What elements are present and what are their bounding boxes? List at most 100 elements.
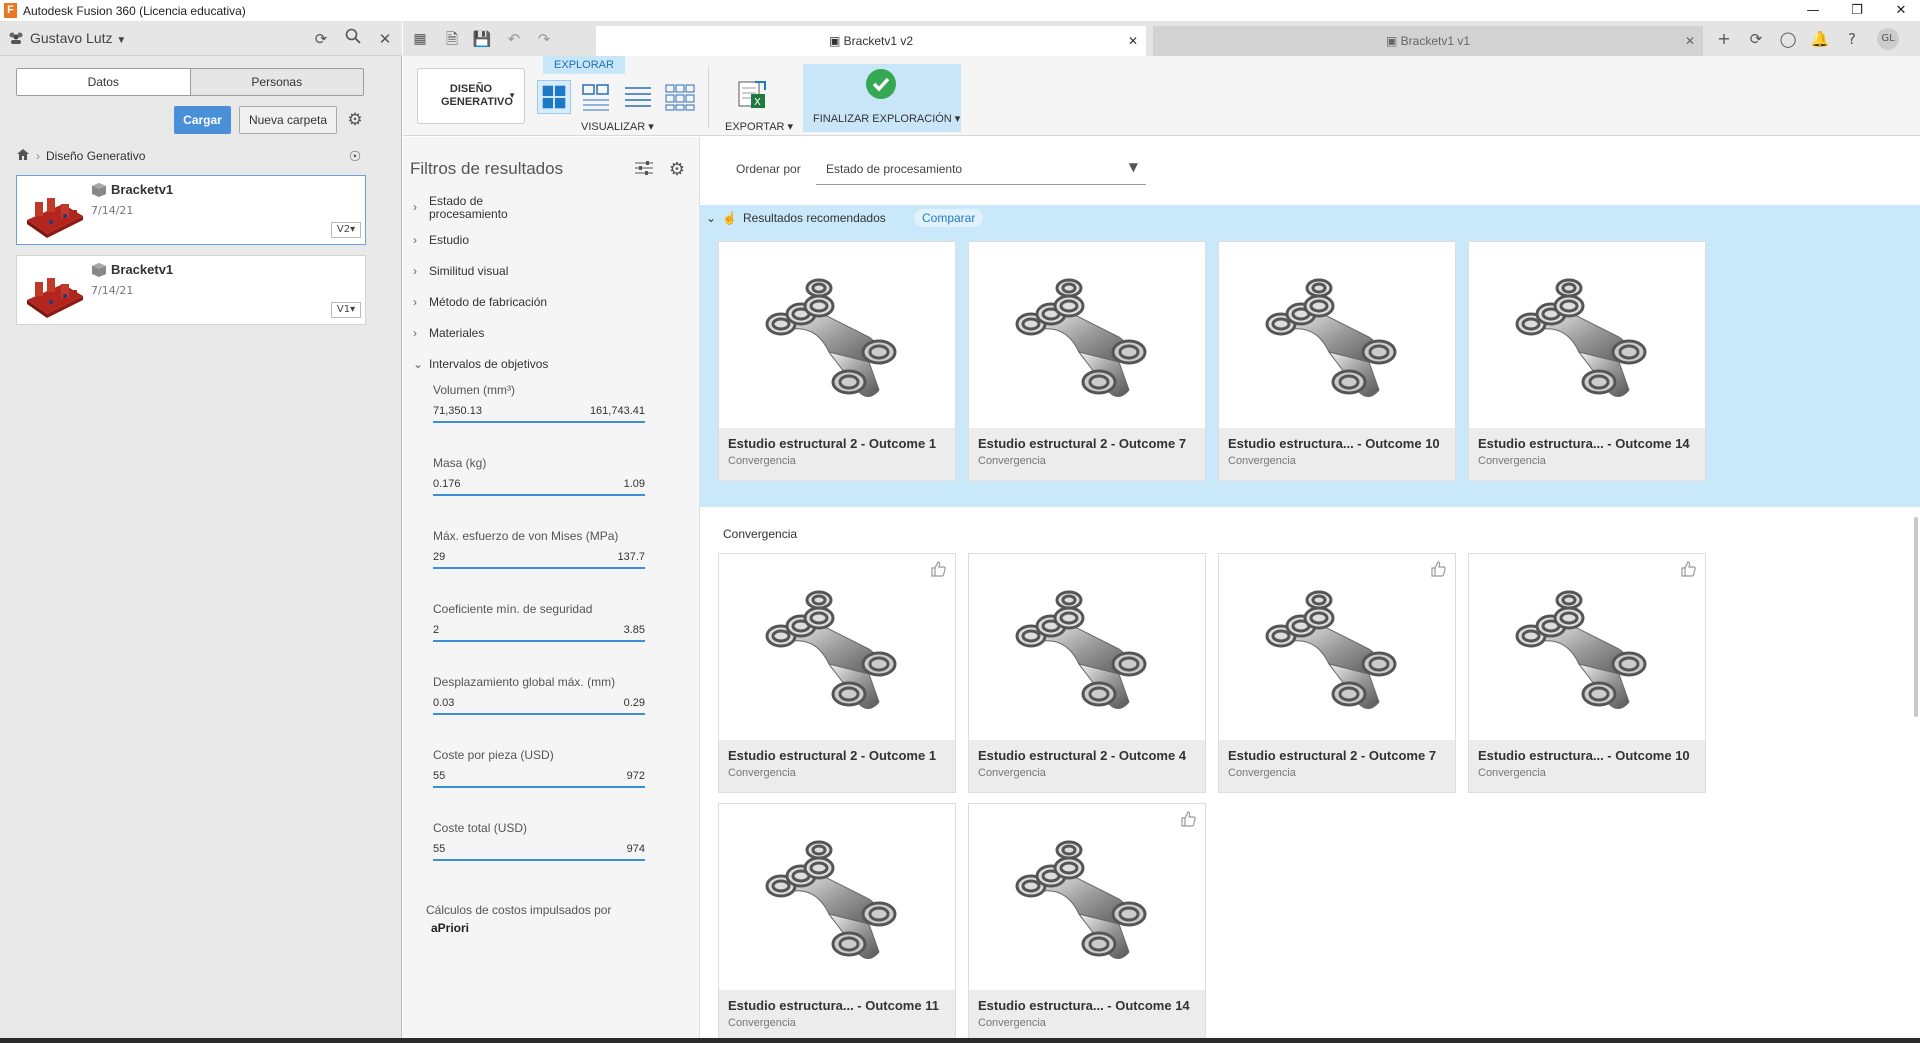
range-min[interactable]: 0.176: [433, 478, 461, 490]
filter-materiales[interactable]: › Materiales: [413, 326, 484, 340]
close-window-button[interactable]: ✕: [1878, 0, 1920, 22]
upload-button[interactable]: Cargar: [174, 106, 231, 134]
job-status-icon[interactable]: ◯: [1777, 28, 1799, 50]
close-tab-icon[interactable]: ✕: [1128, 26, 1138, 56]
range-slider-seguridad[interactable]: 2 3.85: [433, 622, 645, 642]
user-avatar[interactable]: GL: [1877, 28, 1899, 50]
minimize-button[interactable]: —: [1790, 0, 1836, 22]
tab-personas[interactable]: Personas: [191, 69, 364, 95]
home-icon[interactable]: [16, 148, 30, 164]
help-icon[interactable]: ?: [1841, 28, 1863, 50]
recommended-header[interactable]: ⌄ ☝ Resultados recomendados: [706, 211, 886, 225]
workspace-switcher[interactable]: DISEÑO GENERATIVO ▼: [417, 68, 525, 124]
filter-intervalos-objetivos[interactable]: ⌄ Intervalos de objetivos: [413, 357, 548, 371]
design-cube-icon: [92, 183, 106, 197]
range-max[interactable]: 137.7: [617, 551, 645, 563]
range-slider-coste-total[interactable]: 55 974: [433, 841, 645, 861]
range-max[interactable]: 3.85: [624, 624, 645, 636]
export-menu[interactable]: EXPORTAR ▾: [725, 120, 793, 133]
close-tab-icon[interactable]: ✕: [1685, 26, 1695, 56]
extensions-icon[interactable]: ⟳: [1745, 28, 1767, 50]
range-min[interactable]: 2: [433, 624, 439, 636]
scrollbar[interactable]: [1914, 517, 1918, 717]
filter-metodo-fabricacion[interactable]: › Método de fabricación: [413, 295, 547, 309]
file-menu-icon[interactable]: 🗎: [441, 28, 463, 50]
range-min[interactable]: 55: [433, 770, 445, 782]
data-panel: Gustavo Lutz ▼ ⟳ ✕ Datos Personas Cargar…: [0, 22, 402, 1038]
tab-bracketv1-v1[interactable]: ▣ Bracketv1 v1 ✕: [1153, 26, 1703, 56]
globe-icon[interactable]: ☉: [344, 146, 366, 168]
outcome-card[interactable]: Estudio estructural 2 - Outcome 7 Conver…: [968, 241, 1206, 481]
bracket-render: [1015, 840, 1147, 959]
range-slider-coste-pieza[interactable]: 55 972: [433, 768, 645, 788]
sort-dropdown[interactable]: Estado de procesamiento ▼: [816, 155, 1146, 185]
restore-button[interactable]: ❐: [1834, 0, 1880, 22]
view-list-icon[interactable]: [621, 80, 655, 114]
redo-icon[interactable]: ↷: [533, 28, 555, 50]
range-max[interactable]: 161,743.41: [590, 405, 645, 417]
range-slider-desplazamiento[interactable]: 0.03 0.29: [433, 695, 645, 715]
settings-gear-icon[interactable]: ⚙: [344, 109, 366, 131]
like-thumbs-up-icon[interactable]: [929, 560, 947, 578]
range-max[interactable]: 1.09: [624, 478, 645, 490]
filter-similitud-visual[interactable]: › Similitud visual: [413, 264, 508, 278]
outcome-card[interactable]: Estudio estructura... - Outcome 10 Conve…: [1468, 553, 1706, 793]
outcome-card[interactable]: Estudio estructura... - Outcome 10 Conve…: [1218, 241, 1456, 481]
visualize-menu[interactable]: VISUALIZAR ▾: [581, 120, 654, 133]
close-panel-icon[interactable]: ✕: [374, 28, 396, 50]
range-max[interactable]: 0.29: [624, 697, 645, 709]
range-slider-masa[interactable]: 0.176 1.09: [433, 476, 645, 496]
breadcrumb-folder[interactable]: Diseño Generativo: [46, 149, 145, 163]
data-panel-tabs: Datos Personas: [16, 68, 364, 96]
filter-estado-procesamiento[interactable]: › Estado de procesamiento: [413, 195, 573, 221]
chevron-right-icon: ›: [413, 295, 417, 309]
like-thumbs-up-icon[interactable]: [1679, 560, 1697, 578]
search-icon[interactable]: [342, 28, 364, 50]
view-large-thumbnails-icon[interactable]: [537, 80, 571, 114]
outcome-card[interactable]: Estudio estructural 2 - Outcome 1 Conver…: [718, 241, 956, 481]
filter-estudio[interactable]: › Estudio: [413, 233, 469, 247]
like-thumbs-up-icon[interactable]: [1429, 560, 1447, 578]
version-dropdown[interactable]: V1▾: [331, 302, 361, 318]
range-min[interactable]: 55: [433, 843, 445, 855]
export-excel-icon[interactable]: X: [735, 78, 769, 112]
outcome-title: Estudio estructura... - Outcome 11: [728, 998, 939, 1013]
view-thumbnails-list-icon[interactable]: [579, 80, 613, 114]
range-min[interactable]: 71,350.13: [433, 405, 482, 417]
filter-settings-gear-icon[interactable]: ⚙: [666, 159, 688, 181]
outcome-card[interactable]: Estudio estructura... - Outcome 14 Conve…: [1468, 241, 1706, 481]
like-thumbs-up-icon[interactable]: [1179, 810, 1197, 828]
finish-explore-button[interactable]: FINALIZAR EXPLORACIÓN ▾: [803, 64, 961, 132]
new-folder-button[interactable]: Nueva carpeta: [239, 106, 337, 134]
tab-explorar[interactable]: EXPLORAR: [543, 56, 625, 74]
compare-button[interactable]: Comparar: [914, 209, 984, 227]
range-max[interactable]: 972: [627, 770, 645, 782]
outcome-card[interactable]: Estudio estructura... - Outcome 11 Conve…: [718, 803, 956, 1038]
outcome-footer: Estudio estructural 2 - Outcome 1 Conver…: [719, 428, 955, 480]
range-min[interactable]: 0.03: [433, 697, 454, 709]
app-grid-icon[interactable]: ▦: [409, 28, 431, 50]
outcome-card[interactable]: Estudio estructura... - Outcome 14 Conve…: [968, 803, 1206, 1038]
save-icon[interactable]: 💾: [471, 28, 493, 50]
range-slider-volumen[interactable]: 71,350.13 161,743.41: [433, 403, 645, 423]
view-small-grid-icon[interactable]: [663, 80, 697, 114]
range-slider-von-mises[interactable]: 29 137.7: [433, 549, 645, 569]
filter-sliders-icon[interactable]: [633, 159, 655, 181]
user-name[interactable]: Gustavo Lutz ▼: [30, 30, 126, 46]
range-min[interactable]: 29: [433, 551, 445, 563]
outcome-card[interactable]: Estudio estructural 2 - Outcome 7 Conver…: [1218, 553, 1456, 793]
notifications-icon[interactable]: 🔔: [1809, 28, 1831, 50]
file-card[interactable]: Bracketv1 7/14/21 V1▾: [16, 255, 366, 325]
outcome-card[interactable]: Estudio estructural 2 - Outcome 4 Conver…: [968, 553, 1206, 793]
new-tab-icon[interactable]: +: [1713, 28, 1735, 50]
refresh-icon[interactable]: ⟳: [310, 28, 332, 50]
tab-bracketv1-v2[interactable]: ▣ Bracketv1 v2 ✕: [596, 26, 1146, 56]
undo-icon[interactable]: ↶: [503, 28, 525, 50]
design-cube-icon: [92, 263, 106, 277]
file-card[interactable]: Bracketv1 7/14/21 V2▾: [16, 175, 366, 245]
tab-datos[interactable]: Datos: [17, 69, 191, 95]
outcome-footer: Estudio estructural 2 - Outcome 1 Conver…: [719, 740, 955, 792]
outcome-card[interactable]: Estudio estructural 2 - Outcome 1 Conver…: [718, 553, 956, 793]
version-dropdown[interactable]: V2▾: [331, 222, 361, 238]
range-max[interactable]: 974: [627, 843, 645, 855]
